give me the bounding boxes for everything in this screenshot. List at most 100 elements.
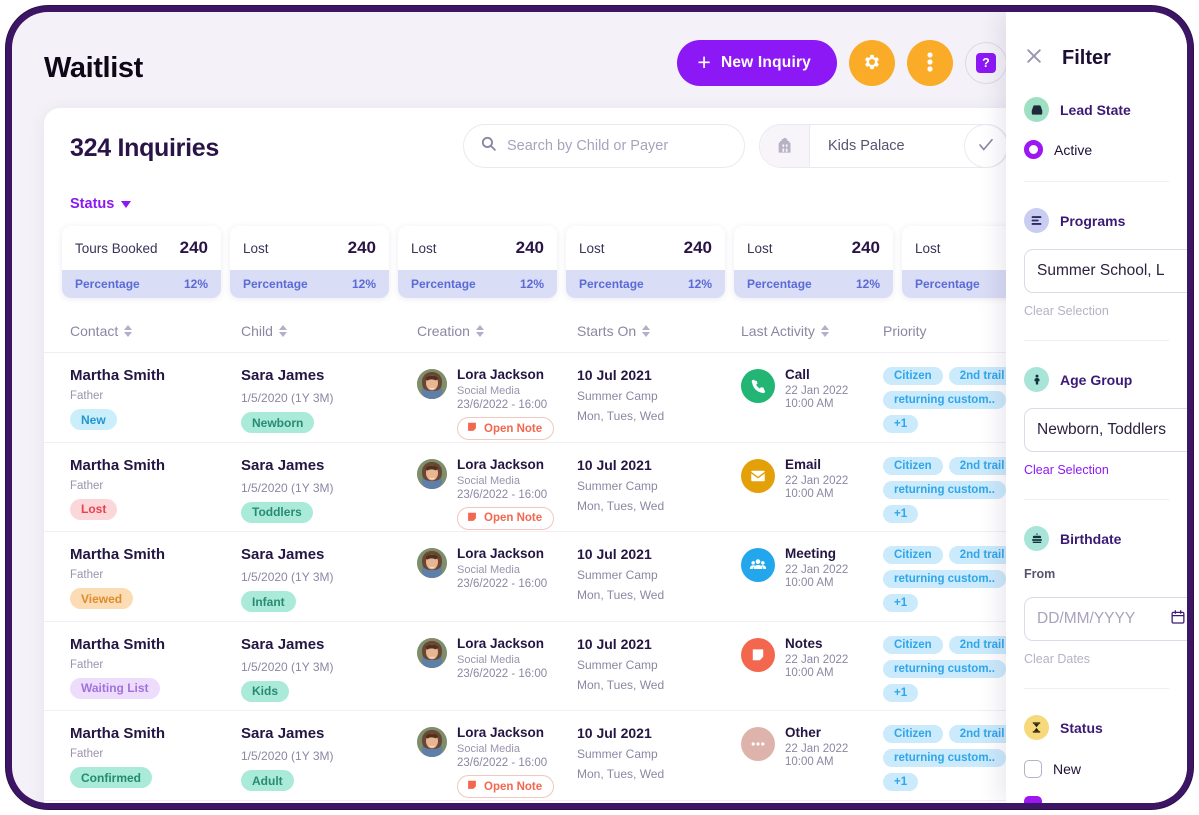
stat-card-value: 240 <box>347 238 376 257</box>
age-group-badge[interactable]: Adult <box>241 770 294 791</box>
table-row[interactable]: Martha Smith Father Confirmed Sara James 1/5… <box>44 711 1174 801</box>
calendar-icon[interactable] <box>1170 609 1186 630</box>
stat-card-top: Tours Booked 240 <box>62 226 221 270</box>
close-icon[interactable] <box>1024 46 1044 71</box>
open-note-button[interactable]: Open Note <box>457 417 555 440</box>
stat-card[interactable]: Lost 240 Percentage 12% <box>230 226 389 298</box>
avatar <box>417 548 447 578</box>
priority-tag[interactable]: Citizen <box>883 367 943 385</box>
column-header-child[interactable]: Child <box>241 323 287 339</box>
activity-date: 22 Jan 2022 <box>785 653 849 666</box>
column-header-creation[interactable]: Creation <box>417 323 484 339</box>
age-group-badge[interactable]: Kids <box>241 680 290 702</box>
divider <box>1024 499 1169 500</box>
priority-tag[interactable]: +1 <box>883 683 919 702</box>
sort-toggle-icon[interactable] <box>124 325 133 337</box>
search-input[interactable] <box>507 138 728 154</box>
column-header-contact[interactable]: Contact <box>70 323 133 339</box>
column-header-starts-on[interactable]: Starts On <box>577 323 651 339</box>
open-note-button[interactable]: Open Note <box>457 506 555 530</box>
priority-tag[interactable]: +1 <box>883 594 919 612</box>
priority-tag[interactable]: Citizen <box>883 725 943 743</box>
age-group-clear-selection[interactable]: Clear Selection <box>1024 463 1169 477</box>
status-badge[interactable]: Lost <box>70 498 118 520</box>
app-screen: Waitlist + New Inquiry ? 324 Inquiries S… <box>12 12 1187 803</box>
sort-toggle-icon[interactable] <box>642 325 651 337</box>
search-box[interactable] <box>463 124 745 168</box>
priority-tag[interactable]: returning custom.. <box>883 391 1006 409</box>
cell-contact: Martha Smith Father New <box>70 367 165 430</box>
stat-card-pct-value: 12% <box>687 277 712 291</box>
cell-contact: Martha Smith Father Waiting List <box>70 636 165 699</box>
activity-time: 10:00 AM <box>785 666 834 679</box>
divider <box>1024 340 1169 341</box>
age-group-input[interactable]: Newborn, Toddlers <box>1024 408 1187 452</box>
age-group-badge[interactable]: Toddlers <box>241 501 313 523</box>
radio-selected-icon <box>1024 140 1043 159</box>
stat-card[interactable]: Lost 240 Percentage 12% <box>566 226 725 298</box>
priority-tag[interactable]: +1 <box>883 415 919 433</box>
filter-section-lead-state: Lead State Active <box>1006 97 1187 159</box>
sort-toggle-icon[interactable] <box>278 325 287 337</box>
stat-card[interactable]: Lost 240 Percentage 12% <box>734 226 893 298</box>
status-filter-label: Status <box>70 196 115 212</box>
cell-creation: Lora Jackson Social Media 23/6/2022 - 16:0… <box>417 457 555 530</box>
status-badge[interactable]: New <box>70 409 117 430</box>
lead-state-option-active[interactable]: Active <box>1024 140 1169 159</box>
priority-tag[interactable]: returning custom.. <box>883 570 1006 588</box>
creation-source: Social Media <box>457 474 520 487</box>
table-row[interactable]: Martha Smith Father Viewed Sara James 1/5/20… <box>44 532 1174 622</box>
more-options-button[interactable] <box>907 40 953 86</box>
stat-card[interactable]: Tours Booked 240 Percentage 12% <box>62 226 221 298</box>
stat-card-label: Lost <box>915 240 941 256</box>
help-button[interactable]: ? <box>965 42 1007 84</box>
status-badge[interactable]: Confirmed <box>70 767 152 788</box>
priority-tag[interactable]: +1 <box>883 504 919 523</box>
sort-toggle-icon[interactable] <box>475 325 484 337</box>
priority-tag[interactable]: +1 <box>883 773 919 791</box>
select-all-button[interactable] <box>964 124 1008 168</box>
table-row[interactable]: Martha Smith Father New Sara James 1/5/2020 … <box>44 353 1174 443</box>
activity-type: Meeting <box>785 546 837 561</box>
priority-tag[interactable]: Citizen <box>883 456 943 475</box>
cell-child: Sara James 1/5/2020 (1Y 3M) Kids <box>241 636 334 702</box>
birthdate-from-placeholder: DD/MM/YYYY <box>1037 610 1136 627</box>
status-option-next[interactable] <box>1024 796 1169 803</box>
stat-card[interactable]: Lost 240 Percentage 12% <box>398 226 557 298</box>
column-header-label: Creation <box>417 323 470 339</box>
table-row[interactable]: Martha Smith Father Lost Sara James 1/5/2020… <box>44 443 1174 532</box>
contact-role: Father <box>70 658 104 671</box>
lead-state-title: Lead State <box>1060 101 1131 118</box>
priority-tag[interactable]: returning custom.. <box>883 749 1006 767</box>
starts-program: Summer Camp <box>577 478 658 493</box>
starts-date: 10 Jul 2021 <box>577 367 652 383</box>
open-note-button[interactable]: Open Note <box>457 775 555 798</box>
priority-tag[interactable]: Citizen <box>883 546 943 564</box>
status-badge[interactable]: Waiting List <box>70 677 160 699</box>
column-header-last-activity[interactable]: Last Activity <box>741 323 829 339</box>
stat-card-label: Lost <box>579 240 605 256</box>
priority-tag[interactable]: Citizen <box>883 635 943 654</box>
status-option-new[interactable]: New <box>1024 760 1169 778</box>
sort-toggle-icon[interactable] <box>820 325 829 337</box>
age-group-badge[interactable]: Newborn <box>241 412 315 433</box>
priority-tag[interactable]: returning custom.. <box>883 480 1006 499</box>
age-group-badge[interactable]: Infant <box>241 591 296 612</box>
person-icon <box>1024 367 1049 392</box>
starts-days: Mon, Tues, Wed <box>577 588 665 602</box>
settings-button[interactable] <box>849 40 895 86</box>
starts-date: 10 Jul 2021 <box>577 546 652 562</box>
creation-source: Social Media <box>457 564 520 576</box>
new-inquiry-button[interactable]: + New Inquiry <box>677 40 837 86</box>
birthdate-from-input[interactable]: DD/MM/YYYY <box>1024 597 1187 641</box>
table-row[interactable]: Martha Smith Father Waiting List Sara James… <box>44 622 1174 711</box>
stat-card-pct-label: Percentage <box>579 277 644 291</box>
priority-tag[interactable]: returning custom.. <box>883 659 1006 678</box>
birthdate-clear-dates[interactable]: Clear Dates <box>1024 652 1169 666</box>
contact-name: Martha Smith <box>70 367 166 384</box>
phone-icon <box>741 369 775 403</box>
programs-clear-selection[interactable]: Clear Selection <box>1024 304 1169 318</box>
programs-input[interactable]: Summer School, L <box>1024 249 1187 293</box>
status-badge[interactable]: Viewed <box>70 588 134 609</box>
status-filter-dropdown[interactable]: Status <box>70 196 132 212</box>
